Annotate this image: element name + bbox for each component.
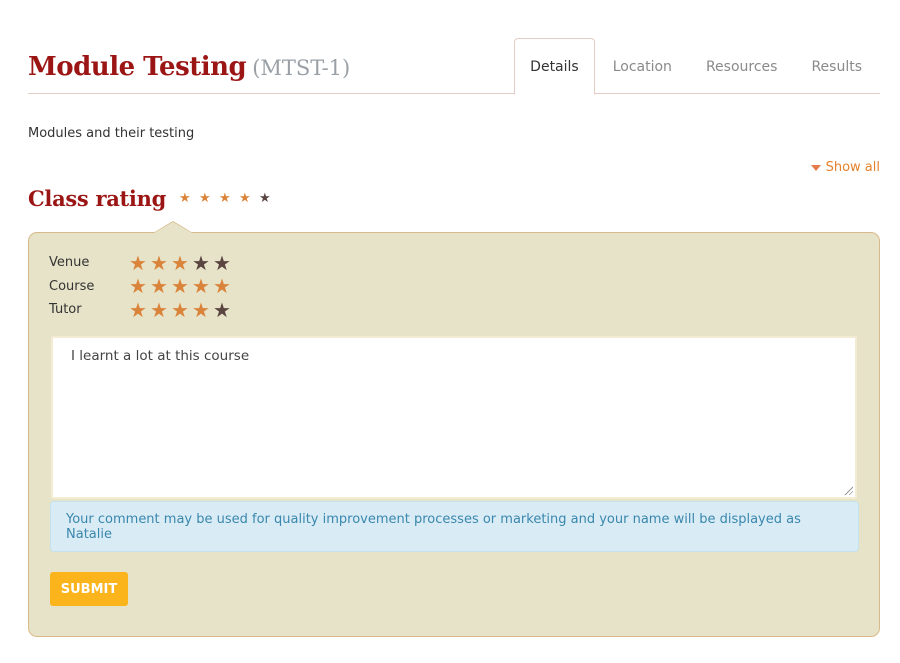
star-icon[interactable]: ★ xyxy=(129,276,150,296)
overall-rating-stars: ★ ★ ★ ★ ★ xyxy=(179,192,279,205)
star-icon[interactable]: ★ xyxy=(150,253,171,273)
show-all-label: Show all xyxy=(825,160,880,175)
star-icon[interactable]: ★ xyxy=(213,300,234,320)
rating-list: Venue ★ ★ ★ ★ ★ Course ★ ★ ★ ★ ★ Tutor ★ ★ ★ ★ ★ xyxy=(49,251,234,322)
comment-textarea[interactable]: I learnt a lot at this course xyxy=(51,336,857,499)
caret-down-icon xyxy=(810,164,821,171)
tab-resources[interactable]: Resources xyxy=(688,38,796,95)
star-icon[interactable]: ★ xyxy=(213,253,234,273)
star-icon[interactable]: ★ xyxy=(192,276,213,296)
rating-label: Venue xyxy=(49,255,90,271)
tab-results[interactable]: Results xyxy=(795,38,880,95)
tab-location[interactable]: Location xyxy=(597,38,688,95)
star-icon: ★ xyxy=(258,191,271,206)
star-icon[interactable]: ★ xyxy=(171,276,192,296)
star-icon: ★ xyxy=(178,191,191,206)
module-description: Modules and their testing xyxy=(28,126,195,141)
star-icon: ★ xyxy=(218,191,231,206)
star-icon[interactable]: ★ xyxy=(150,276,171,296)
star-icon[interactable]: ★ xyxy=(192,300,213,320)
star-icon[interactable]: ★ xyxy=(213,276,234,296)
star-icon[interactable]: ★ xyxy=(150,300,171,320)
rating-label: Tutor xyxy=(49,302,82,318)
tab-bar: Details Location Resources Results xyxy=(514,38,880,95)
module-code: (MTST-1) xyxy=(252,56,351,80)
comment-text: I learnt a lot at this course xyxy=(71,348,250,364)
rating-panel: Venue ★ ★ ★ ★ ★ Course ★ ★ ★ ★ ★ Tutor ★ ★ ★ ★ ★ I learnt… xyxy=(28,221,880,637)
class-rating-title: Class rating xyxy=(28,186,166,211)
rating-row-venue: Venue ★ ★ ★ ★ ★ xyxy=(49,251,234,275)
module-title: Module Testing xyxy=(28,52,247,82)
tab-details[interactable]: Details xyxy=(514,38,595,95)
panel-pointer xyxy=(153,221,193,233)
privacy-notice: Your comment may be used for quality imp… xyxy=(50,501,859,552)
star-icon[interactable]: ★ xyxy=(129,253,150,273)
star-icon[interactable]: ★ xyxy=(129,300,150,320)
class-rating-header: Class rating ★ ★ ★ ★ ★ xyxy=(28,186,279,211)
rating-row-course: Course ★ ★ ★ ★ ★ xyxy=(49,275,234,299)
star-icon: ★ xyxy=(238,191,251,206)
rating-stars: ★ ★ ★ ★ ★ xyxy=(129,300,234,320)
star-icon: ★ xyxy=(198,191,211,206)
star-icon[interactable]: ★ xyxy=(192,253,213,273)
rating-label: Course xyxy=(49,278,95,294)
resize-handle-icon[interactable] xyxy=(843,485,853,495)
rating-row-tutor: Tutor ★ ★ ★ ★ ★ xyxy=(49,298,234,322)
submit-button[interactable]: SUBMIT xyxy=(50,572,128,606)
page-header: Module Testing (MTST-1) Details Location … xyxy=(28,38,880,95)
star-icon[interactable]: ★ xyxy=(171,253,192,273)
show-all-link[interactable]: Show all xyxy=(810,160,880,175)
page-title: Module Testing (MTST-1) xyxy=(28,52,350,82)
rating-stars: ★ ★ ★ ★ ★ xyxy=(129,253,234,273)
rating-stars: ★ ★ ★ ★ ★ xyxy=(129,276,234,296)
star-icon[interactable]: ★ xyxy=(171,300,192,320)
